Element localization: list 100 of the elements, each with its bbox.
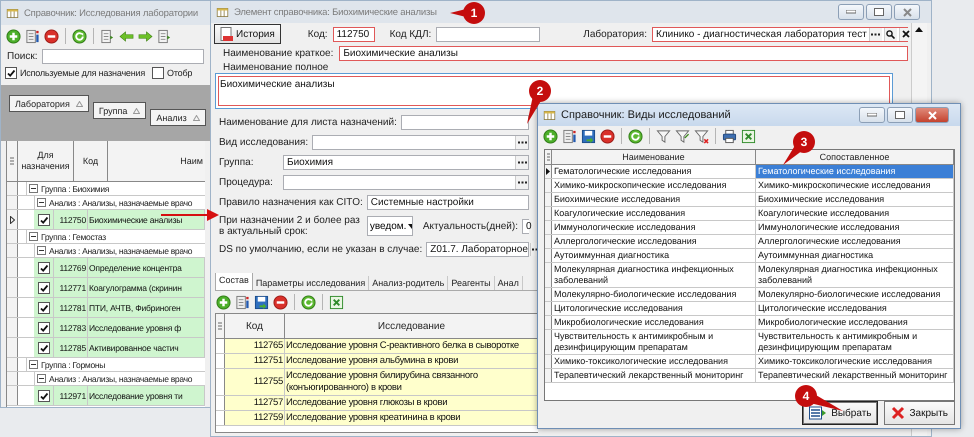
- column-header[interactable]: Для назначения: [18, 141, 74, 181]
- filter-icon[interactable]: [656, 128, 671, 144]
- browse-button[interactable]: [515, 156, 528, 169]
- tab[interactable]: Состав: [215, 273, 253, 290]
- edit-icon[interactable]: [562, 128, 577, 144]
- close-button[interactable]: [915, 107, 949, 123]
- printer-icon[interactable]: [722, 128, 737, 144]
- checkbox[interactable]: [38, 390, 50, 402]
- maximize-button[interactable]: [887, 107, 913, 123]
- checkbox[interactable]: [38, 322, 50, 334]
- column-header[interactable]: Исследование: [285, 314, 538, 338]
- search-field[interactable]: [42, 48, 204, 64]
- collapse-icon[interactable]: [37, 374, 46, 383]
- dropdown[interactable]: уведом.: [366, 216, 413, 236]
- table-cell[interactable]: Терапевтический лекарственный мониторинг: [756, 369, 954, 382]
- delete-icon[interactable]: [273, 294, 288, 310]
- history-button[interactable]: История: [214, 24, 281, 44]
- table-cell[interactable]: Чувствительность к антимикробным и дезинфицирующим препаратам: [756, 330, 954, 354]
- table-cell[interactable]: Молекулярная диагностика инфекционных заболеваний: [756, 263, 954, 287]
- table-cell[interactable]: Микробиологические исследования: [552, 316, 756, 329]
- browse-button[interactable]: [515, 176, 528, 189]
- checkbox[interactable]: [38, 342, 50, 354]
- table-cell[interactable]: Цитологические исследования: [756, 302, 954, 315]
- tab[interactable]: Анал: [494, 276, 523, 290]
- lookup-field[interactable]: Клинико - диагностическая лаборатория тест: [652, 26, 908, 42]
- save-icon[interactable]: [254, 294, 269, 310]
- table-cell[interactable]: Химико-микроскопические исследования: [756, 179, 954, 192]
- checkbox[interactable]: [38, 214, 50, 226]
- edit-icon[interactable]: [235, 294, 250, 310]
- minimize-button[interactable]: [838, 4, 864, 20]
- table-cell[interactable]: Химико-токсикологические исследования: [552, 355, 756, 368]
- tab[interactable]: Анализ-родитель: [369, 276, 448, 290]
- left-arrow-icon[interactable]: [119, 28, 134, 44]
- checkbox[interactable]: [5, 67, 17, 79]
- table-cell[interactable]: Микробиологические исследования: [756, 316, 954, 329]
- select-button[interactable]: Выбрать: [802, 401, 878, 425]
- right-arrow-icon[interactable]: [138, 28, 153, 44]
- table-cell[interactable]: Биохимические исследования: [756, 193, 954, 206]
- filter-clear-icon[interactable]: [694, 128, 709, 144]
- refresh-icon[interactable]: [72, 28, 87, 44]
- checkbox[interactable]: [152, 67, 164, 79]
- table-cell[interactable]: Молекулярная диагностика инфекционных заболеваний: [552, 263, 756, 287]
- table-cell[interactable]: Химико-микроскопические исследования: [552, 179, 756, 192]
- edit-icon[interactable]: [25, 28, 40, 44]
- group-by-chip[interactable]: Группа: [92, 102, 146, 119]
- table-cell[interactable]: Биохимические исследования: [552, 193, 756, 206]
- close-button[interactable]: Закрыть: [884, 401, 955, 425]
- text-field[interactable]: [400, 115, 529, 130]
- add-icon[interactable]: [216, 294, 231, 310]
- column-header[interactable]: Код: [74, 141, 108, 181]
- document-icon[interactable]: [157, 28, 172, 44]
- column-header[interactable]: Наим: [108, 141, 205, 181]
- collapse-icon[interactable]: [37, 198, 46, 207]
- table-cell[interactable]: Гематологические исследования: [552, 165, 756, 178]
- maximize-button[interactable]: [866, 4, 892, 20]
- minimize-button[interactable]: [859, 107, 885, 123]
- table-cell[interactable]: Цитологические исследования: [552, 302, 756, 315]
- delete-icon[interactable]: [600, 128, 615, 144]
- lookup-field[interactable]: Биохимия: [283, 155, 529, 170]
- collapse-icon[interactable]: [29, 360, 38, 369]
- text-field[interactable]: Биохимические анализы: [339, 46, 908, 60]
- browse-button[interactable]: [515, 136, 528, 149]
- refresh-icon[interactable]: [628, 128, 643, 144]
- checkbox[interactable]: [38, 262, 50, 274]
- table-cell[interactable]: Терапевтический лекарственный мониторинг: [552, 369, 756, 382]
- add-icon[interactable]: [6, 28, 21, 44]
- filter-edit-icon[interactable]: [675, 128, 690, 144]
- table-cell[interactable]: Молекулярно-биологические исследования: [756, 288, 954, 301]
- save-icon[interactable]: [581, 128, 596, 144]
- collapse-icon[interactable]: [29, 184, 38, 193]
- table-cell[interactable]: Аллергологические исследования: [552, 235, 756, 248]
- document-icon[interactable]: [100, 28, 115, 44]
- table-cell[interactable]: Молекулярно-биологические исследования: [552, 288, 756, 301]
- table-cell[interactable]: Аутоиммунная диагностика: [552, 249, 756, 262]
- text-field[interactable]: [436, 26, 540, 42]
- column-header[interactable]: Код: [225, 314, 285, 338]
- lookup-field[interactable]: [283, 175, 529, 190]
- excel-icon[interactable]: [329, 294, 344, 310]
- table-cell[interactable]: Коагулогические исследования: [552, 207, 756, 220]
- group-by-chip[interactable]: Лаборатория: [9, 95, 89, 112]
- close-button[interactable]: [894, 4, 920, 20]
- group-by-chip[interactable]: Анализ: [150, 109, 206, 126]
- search-button[interactable]: [884, 28, 897, 40]
- table-cell[interactable]: Коагулогические исследования: [756, 207, 954, 220]
- collapse-icon[interactable]: [29, 232, 38, 241]
- column-header[interactable]: Наименование: [552, 150, 756, 164]
- checkbox[interactable]: [38, 282, 50, 294]
- text-field[interactable]: Системные настройки: [366, 195, 529, 210]
- collapse-icon[interactable]: [37, 246, 46, 255]
- table-cell[interactable]: Иммунологические исследования: [552, 221, 756, 234]
- refresh-icon[interactable]: [301, 294, 316, 310]
- browse-button[interactable]: [868, 28, 882, 40]
- table-cell[interactable]: Химико-токсикологические исследования: [756, 355, 954, 368]
- tab[interactable]: Параметры исследования: [252, 276, 370, 290]
- clear-button[interactable]: [898, 28, 912, 40]
- table-cell[interactable]: Иммунологические исследования: [756, 221, 954, 234]
- excel-icon[interactable]: [741, 128, 756, 144]
- checkbox[interactable]: [38, 302, 50, 314]
- table-cell[interactable]: Аллергологические исследования: [756, 235, 954, 248]
- delete-icon[interactable]: [44, 28, 59, 44]
